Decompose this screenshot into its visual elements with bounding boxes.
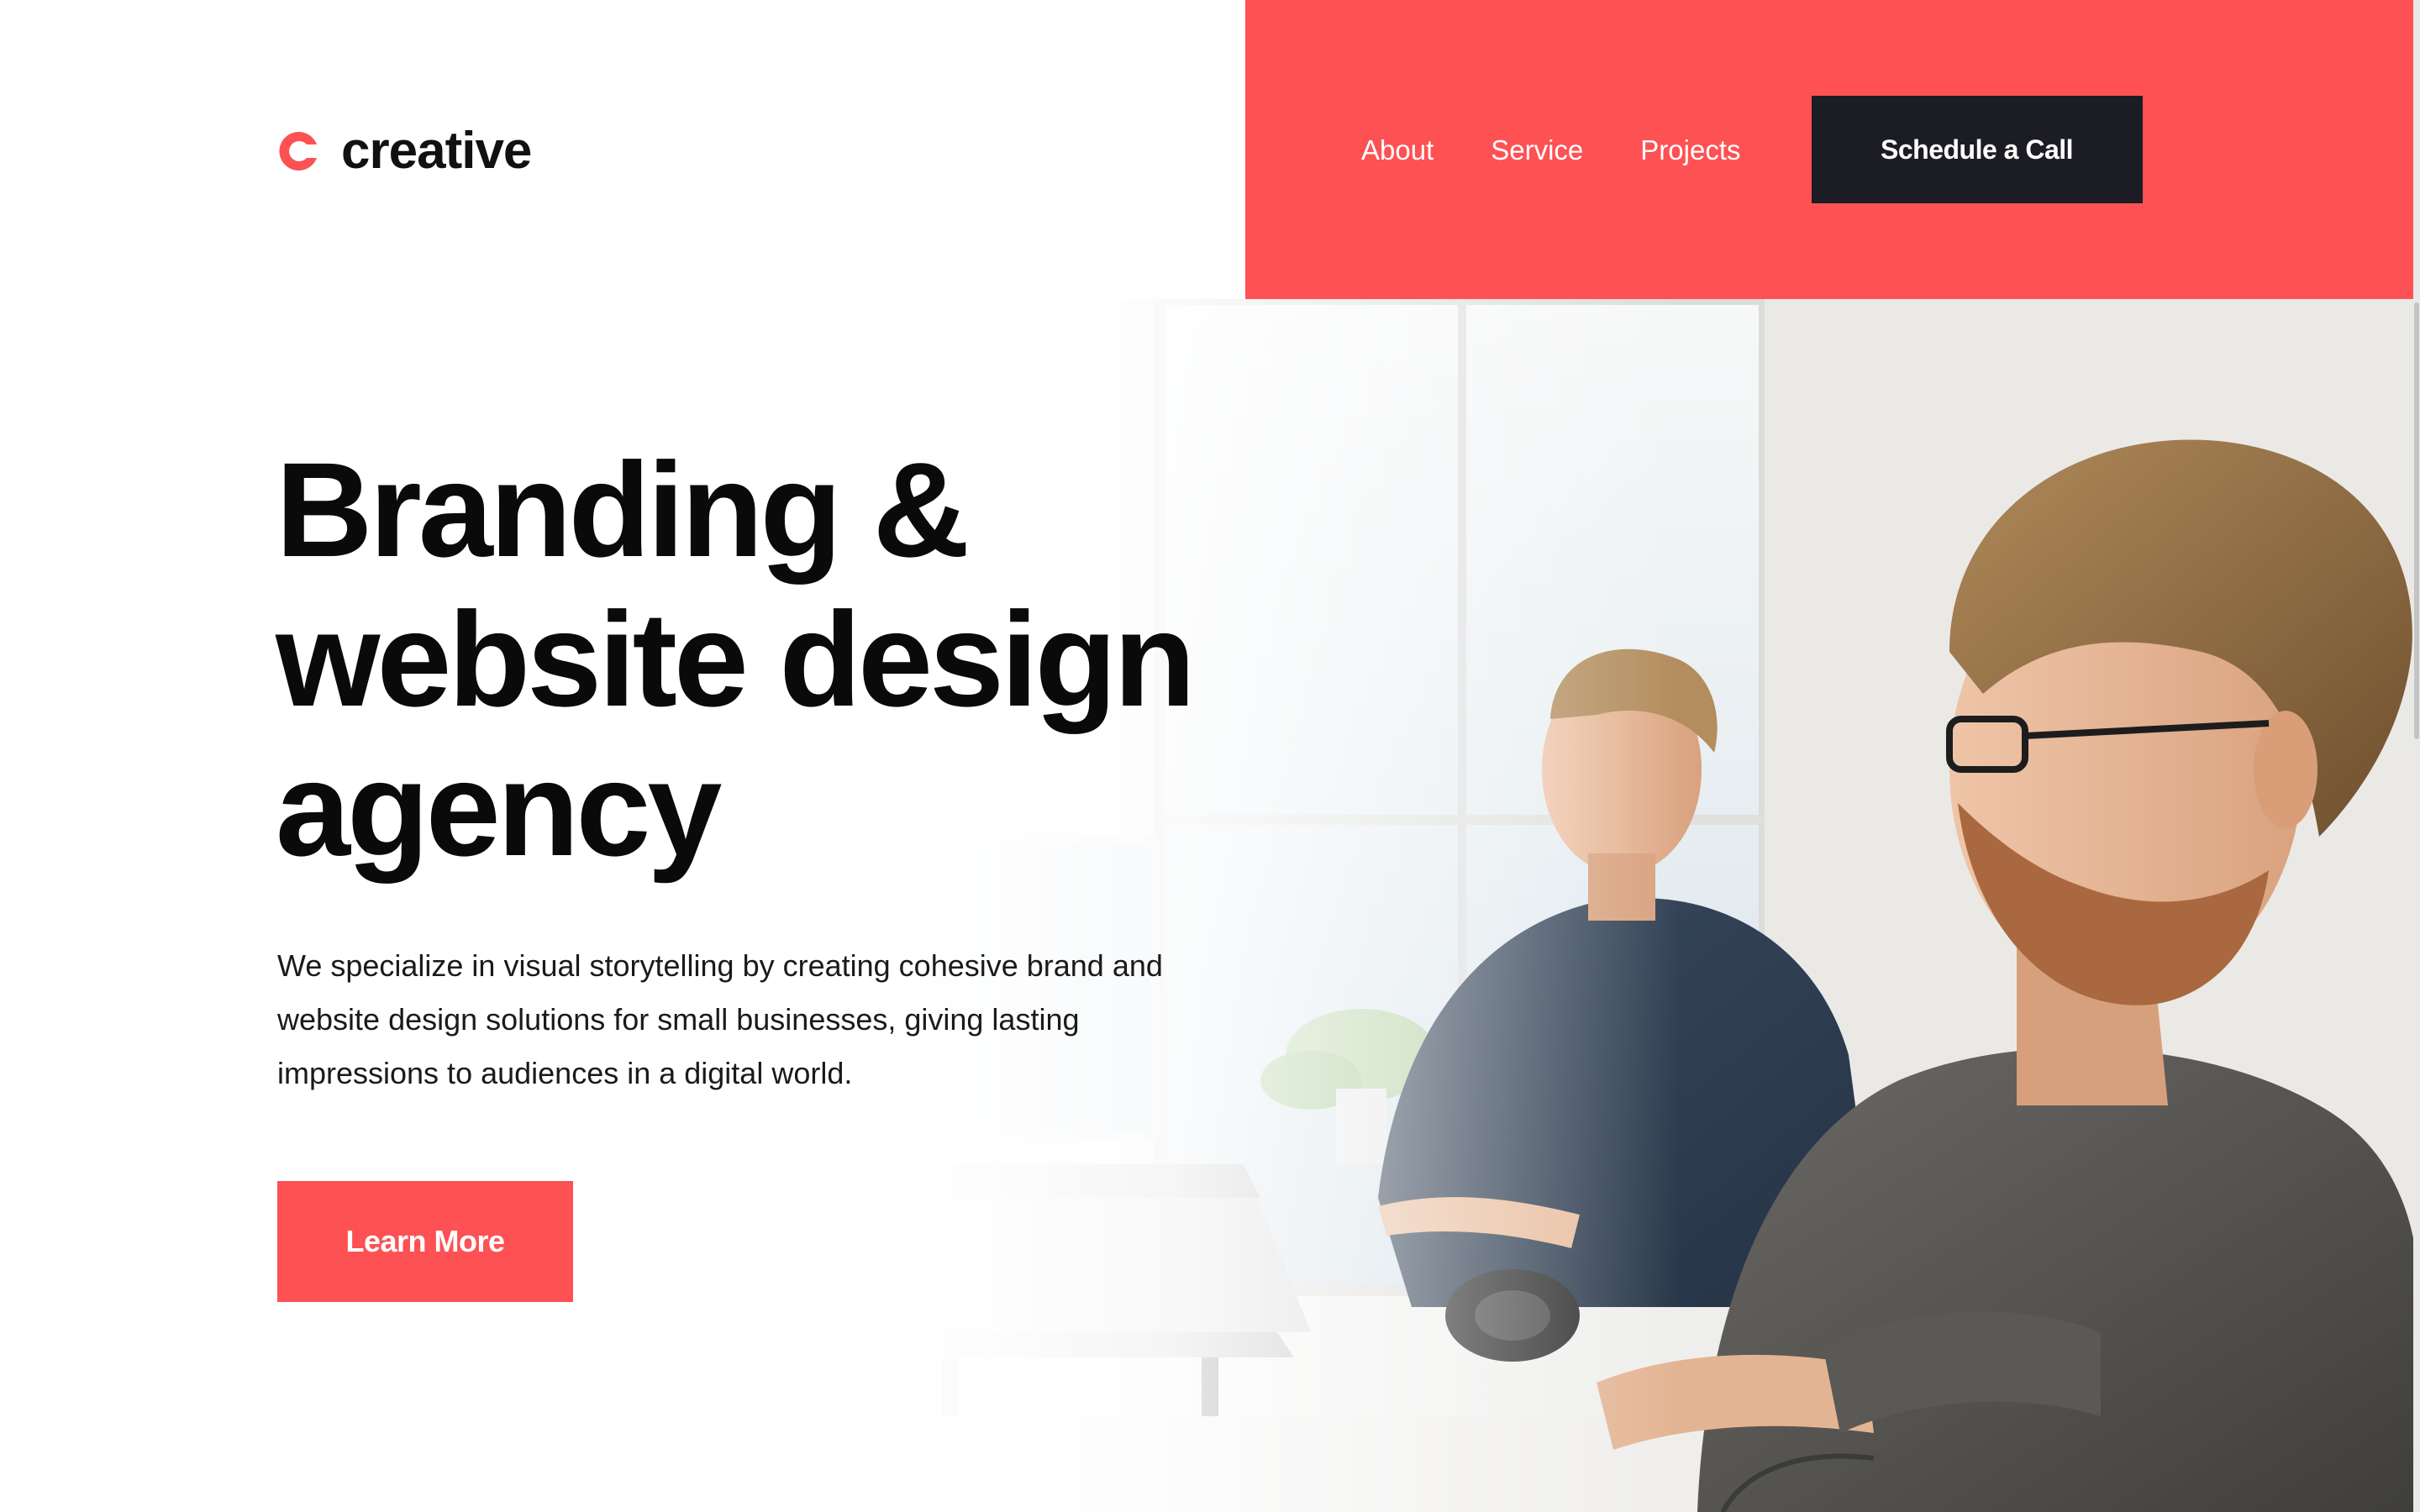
schedule-call-button[interactable]: Schedule a Call bbox=[1811, 96, 2143, 203]
logo[interactable]: creative bbox=[277, 118, 532, 185]
landing-page: creative About Service Projects Schedule… bbox=[0, 0, 2420, 1512]
nav-link-about[interactable]: About bbox=[1361, 136, 1434, 164]
logo-text: creative bbox=[341, 122, 532, 180]
scrollbar-thumb[interactable] bbox=[2414, 302, 2419, 739]
c-logo-icon bbox=[277, 129, 321, 173]
hero-headline-line-1: Branding & bbox=[276, 434, 970, 585]
learn-more-button[interactable]: Learn More bbox=[277, 1181, 573, 1302]
hero-description-line-3: impressions to audiences in a digital wo… bbox=[277, 1056, 853, 1090]
main-nav: About Service Projects Schedule a Call bbox=[1361, 0, 2143, 299]
hero-description-line-1: We specialize in visual storytelling by … bbox=[277, 948, 1163, 983]
hero-headline-line-3: agency bbox=[276, 733, 722, 884]
hero-headline: Branding & website design agency bbox=[276, 435, 1284, 884]
hero-headline-line-2: website design bbox=[276, 584, 1196, 734]
hero-description-line-2: website design solutions for small busin… bbox=[277, 1002, 1080, 1037]
nav-link-service[interactable]: Service bbox=[1491, 136, 1583, 164]
page-scrollbar[interactable] bbox=[2413, 0, 2420, 1512]
hero-description: We specialize in visual storytelling by … bbox=[277, 939, 1202, 1100]
nav-link-projects[interactable]: Projects bbox=[1640, 136, 1740, 164]
